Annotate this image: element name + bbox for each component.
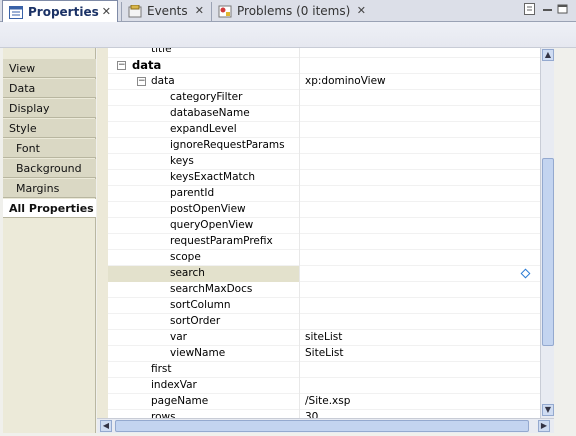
property-name: search [170, 267, 205, 279]
property-row[interactable]: pageName /Site.xsp [108, 394, 540, 410]
property-value[interactable]: xp:dominoView [305, 75, 386, 87]
property-name: expandLevel [170, 123, 237, 135]
property-row[interactable]: keysExactMatch [108, 170, 540, 186]
property-row[interactable]: viewName SiteList [108, 346, 540, 362]
close-icon[interactable]: ✕ [195, 4, 204, 17]
tab-problems[interactable]: Problems (0 items) ✕ [212, 0, 372, 22]
property-group-row[interactable]: − data [108, 58, 540, 74]
property-name: categoryFilter [170, 91, 243, 103]
property-name: keysExactMatch [170, 171, 256, 183]
property-name: ignoreRequestParams [170, 139, 285, 151]
property-value[interactable]: SiteList [305, 347, 344, 359]
horizontal-scroll-thumb[interactable] [115, 420, 529, 432]
property-row[interactable]: searchMaxDocs [108, 282, 540, 298]
property-name: queryOpenView [170, 219, 254, 231]
diamond-icon[interactable] [520, 268, 531, 279]
category-display[interactable]: Display [3, 99, 96, 118]
property-row-selected[interactable]: search [108, 266, 540, 282]
panel-edge [554, 48, 576, 436]
scroll-left-icon[interactable]: ◀ [100, 420, 112, 432]
property-row[interactable]: expandLevel [108, 122, 540, 138]
tab-properties-label: Properties [28, 5, 99, 19]
property-name: scope [170, 251, 201, 263]
property-row[interactable]: queryOpenView [108, 218, 540, 234]
collapse-icon[interactable]: − [137, 77, 146, 86]
properties-tree: title − data − data xp:dominoView catego… [108, 48, 540, 418]
property-name: var [170, 331, 187, 343]
close-icon[interactable]: ✕ [102, 5, 111, 18]
category-panel: View Data Display Style Font Background … [3, 48, 96, 433]
property-row[interactable]: categoryFilter [108, 90, 540, 106]
properties-header [0, 22, 576, 48]
category-font[interactable]: Font [3, 139, 96, 158]
property-row[interactable]: rows 30 [108, 410, 540, 418]
property-name: keys [170, 155, 194, 167]
property-name: rows [151, 411, 176, 418]
collapse-icon[interactable]: − [117, 61, 126, 70]
vertical-scrollbar[interactable]: ▲ ▼ [540, 48, 554, 418]
vertical-scroll-thumb[interactable] [542, 158, 554, 346]
property-name: postOpenView [170, 203, 246, 215]
property-name: sortOrder [170, 315, 221, 327]
view-menu-icon[interactable] [524, 3, 535, 18]
events-icon [128, 4, 142, 17]
property-row[interactable]: scope [108, 250, 540, 266]
tab-events-label: Events [147, 4, 188, 18]
category-margins[interactable]: Margins [3, 179, 96, 198]
property-value[interactable]: siteList [305, 331, 342, 343]
property-row[interactable]: − data xp:dominoView [108, 74, 540, 90]
close-icon[interactable]: ✕ [357, 4, 366, 17]
category-style[interactable]: Style [3, 119, 96, 138]
tab-events[interactable]: Events ✕ [122, 0, 210, 22]
property-row[interactable]: sortOrder [108, 314, 540, 330]
property-name: sortColumn [170, 299, 231, 311]
property-name: data [151, 75, 175, 87]
tab-problems-label: Problems (0 items) [237, 4, 351, 18]
property-name: title [151, 48, 172, 55]
property-name: indexVar [151, 379, 197, 391]
view-tab-bar: Properties ✕ Events ✕ Problems (0 items)… [0, 0, 576, 23]
property-row[interactable]: postOpenView [108, 202, 540, 218]
property-value[interactable]: /Site.xsp [305, 395, 350, 407]
tree-gutter [97, 48, 108, 418]
property-name: searchMaxDocs [170, 283, 253, 295]
property-row[interactable]: indexVar [108, 378, 540, 394]
scroll-down-icon[interactable]: ▼ [542, 404, 554, 416]
property-name: databaseName [170, 107, 250, 119]
scroll-right-icon[interactable]: ▶ [538, 420, 550, 432]
tab-properties[interactable]: Properties ✕ [2, 0, 118, 23]
property-row[interactable]: title [108, 48, 540, 58]
category-background[interactable]: Background [3, 159, 96, 178]
property-name: pageName [151, 395, 209, 407]
scroll-up-icon[interactable]: ▲ [542, 49, 554, 61]
property-name: first [151, 363, 172, 375]
maximize-icon[interactable] [557, 3, 568, 18]
problems-icon [218, 5, 232, 17]
property-row[interactable]: ignoreRequestParams [108, 138, 540, 154]
property-value[interactable]: 30 [305, 411, 318, 418]
property-name: parentId [170, 187, 215, 199]
property-row[interactable]: sortColumn [108, 298, 540, 314]
property-row[interactable]: databaseName [108, 106, 540, 122]
category-view[interactable]: View [3, 59, 96, 78]
property-name: requestParamPrefix [170, 235, 273, 247]
properties-icon [9, 5, 23, 19]
property-group-name: data [132, 58, 162, 72]
horizontal-scrollbar[interactable]: ◀ ▶ [97, 418, 554, 433]
property-row[interactable]: parentId [108, 186, 540, 202]
property-row[interactable]: keys [108, 154, 540, 170]
category-data[interactable]: Data [3, 79, 96, 98]
property-name: viewName [170, 347, 226, 359]
category-all-properties[interactable]: All Properties [3, 199, 96, 218]
property-row[interactable]: var siteList [108, 330, 540, 346]
property-row[interactable]: requestParamPrefix [108, 234, 540, 250]
minimize-icon[interactable] [542, 3, 553, 18]
property-row[interactable]: first [108, 362, 540, 378]
